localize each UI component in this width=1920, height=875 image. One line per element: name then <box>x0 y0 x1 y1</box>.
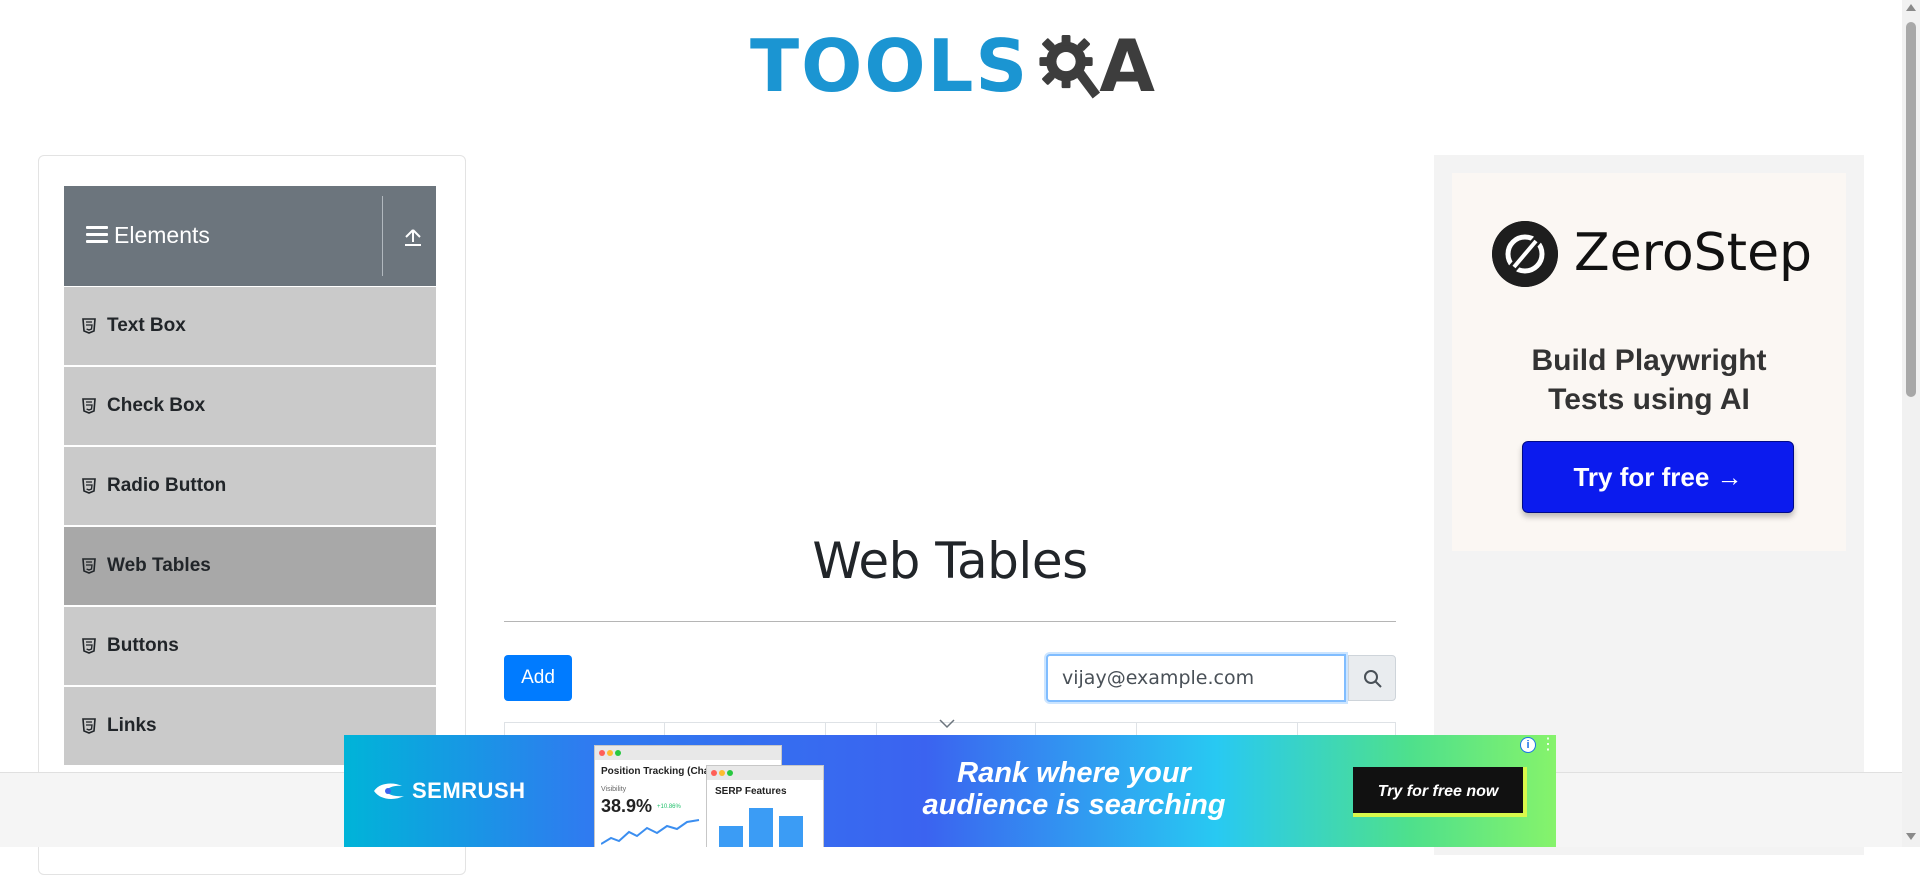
scroll-thumb[interactable] <box>1906 22 1916 397</box>
shot1-value: 38.9% <box>601 796 653 816</box>
html5-icon <box>82 718 96 734</box>
toolsqa-logo[interactable]: TOOLS A <box>750 18 1155 113</box>
search-icon <box>1364 670 1382 688</box>
try-for-free-now-button[interactable]: Try for free now <box>1353 767 1527 817</box>
html5-icon <box>82 478 96 494</box>
semrush-logo: SEMRUSH <box>372 778 526 804</box>
html5-icon <box>82 638 96 654</box>
sidebar-item-label: Links <box>107 715 157 736</box>
zerostep-ad[interactable]: ZeroStep Build Playwright Tests using AI… <box>1452 173 1846 551</box>
logo-text-tools: TOOLS <box>750 23 1030 108</box>
sidebar-item-buttons[interactable]: Buttons <box>64 607 436 686</box>
serp-features-screenshot: SERP Features <box>706 765 824 847</box>
header-divider <box>382 196 383 276</box>
semrush-banner-ad[interactable]: SEMRUSH Position Tracking (ChatG Visibil… <box>344 735 1556 847</box>
scroll-up-arrow-icon[interactable] <box>1906 4 1916 11</box>
sidebar-menu: Text Box Check Box Radio Button Web Tables B… <box>64 287 436 767</box>
sidebar-item-label: Check Box <box>107 395 206 416</box>
sidebar-item-label: Web Tables <box>107 555 211 576</box>
html5-icon <box>82 398 96 414</box>
ad-more-options-icon[interactable]: ⋮ <box>1540 737 1556 755</box>
upload-icon[interactable] <box>402 226 424 248</box>
semrush-brand: SEMRUSH <box>412 778 526 803</box>
search-button[interactable] <box>1348 655 1396 701</box>
logo-text-a: A <box>1099 23 1155 108</box>
shot2-title: SERP Features <box>715 786 787 797</box>
zerostep-brand: ZeroStep <box>1574 223 1813 283</box>
sidebar-item-text-box[interactable]: Text Box <box>64 287 436 366</box>
banner-headline-line1: Rank where your <box>957 757 1191 789</box>
banner-headline-line2: audience is searching <box>922 789 1226 821</box>
sidebar-item-label: Radio Button <box>107 475 227 496</box>
sidebar-item-label: Text Box <box>107 315 186 336</box>
semrush-flame-icon <box>374 783 404 799</box>
zerostep-subtitle-line2: Tests using AI <box>1548 383 1750 416</box>
search-input[interactable] <box>1046 654 1346 702</box>
sidebar-group-elements[interactable]: Elements <box>64 186 436 286</box>
sidebar-item-radio-button[interactable]: Radio Button <box>64 447 436 526</box>
ad-info-icon[interactable]: i <box>1520 737 1536 753</box>
sidebar-group-title: Elements <box>114 222 210 248</box>
gear-magnifier-icon <box>1039 34 1101 99</box>
chevron-down-icon[interactable] <box>938 718 956 730</box>
scroll-down-arrow-icon[interactable] <box>1906 833 1916 840</box>
add-button[interactable]: Add <box>504 655 572 701</box>
zerostep-subtitle-line1: Build Playwright <box>1531 344 1767 377</box>
zerostep-logo-icon <box>1492 221 1558 287</box>
sparkline-icon <box>601 819 700 845</box>
search-box <box>1046 654 1396 702</box>
sidebar-item-check-box[interactable]: Check Box <box>64 367 436 446</box>
shot1-title: Position Tracking (ChatG <box>601 766 721 777</box>
sidebar-item-web-tables[interactable]: Web Tables <box>64 527 436 606</box>
title-divider <box>504 621 1396 622</box>
page-title: Web Tables <box>812 532 1088 590</box>
sidebar-item-label: Buttons <box>107 635 179 656</box>
shot1-visibility-label: Visibility <box>601 786 627 793</box>
zerostep-subtitle: Build Playwright Tests using AI <box>1452 341 1846 419</box>
shot1-delta: +10.86% <box>657 804 681 810</box>
try-for-free-button[interactable]: Try for free → <box>1522 441 1794 513</box>
html5-icon <box>82 558 96 574</box>
page-scrollbar[interactable] <box>1902 0 1920 847</box>
hamburger-icon <box>86 226 108 244</box>
html5-icon <box>82 318 96 334</box>
banner-headline: Rank where your audience is searching <box>904 757 1244 821</box>
